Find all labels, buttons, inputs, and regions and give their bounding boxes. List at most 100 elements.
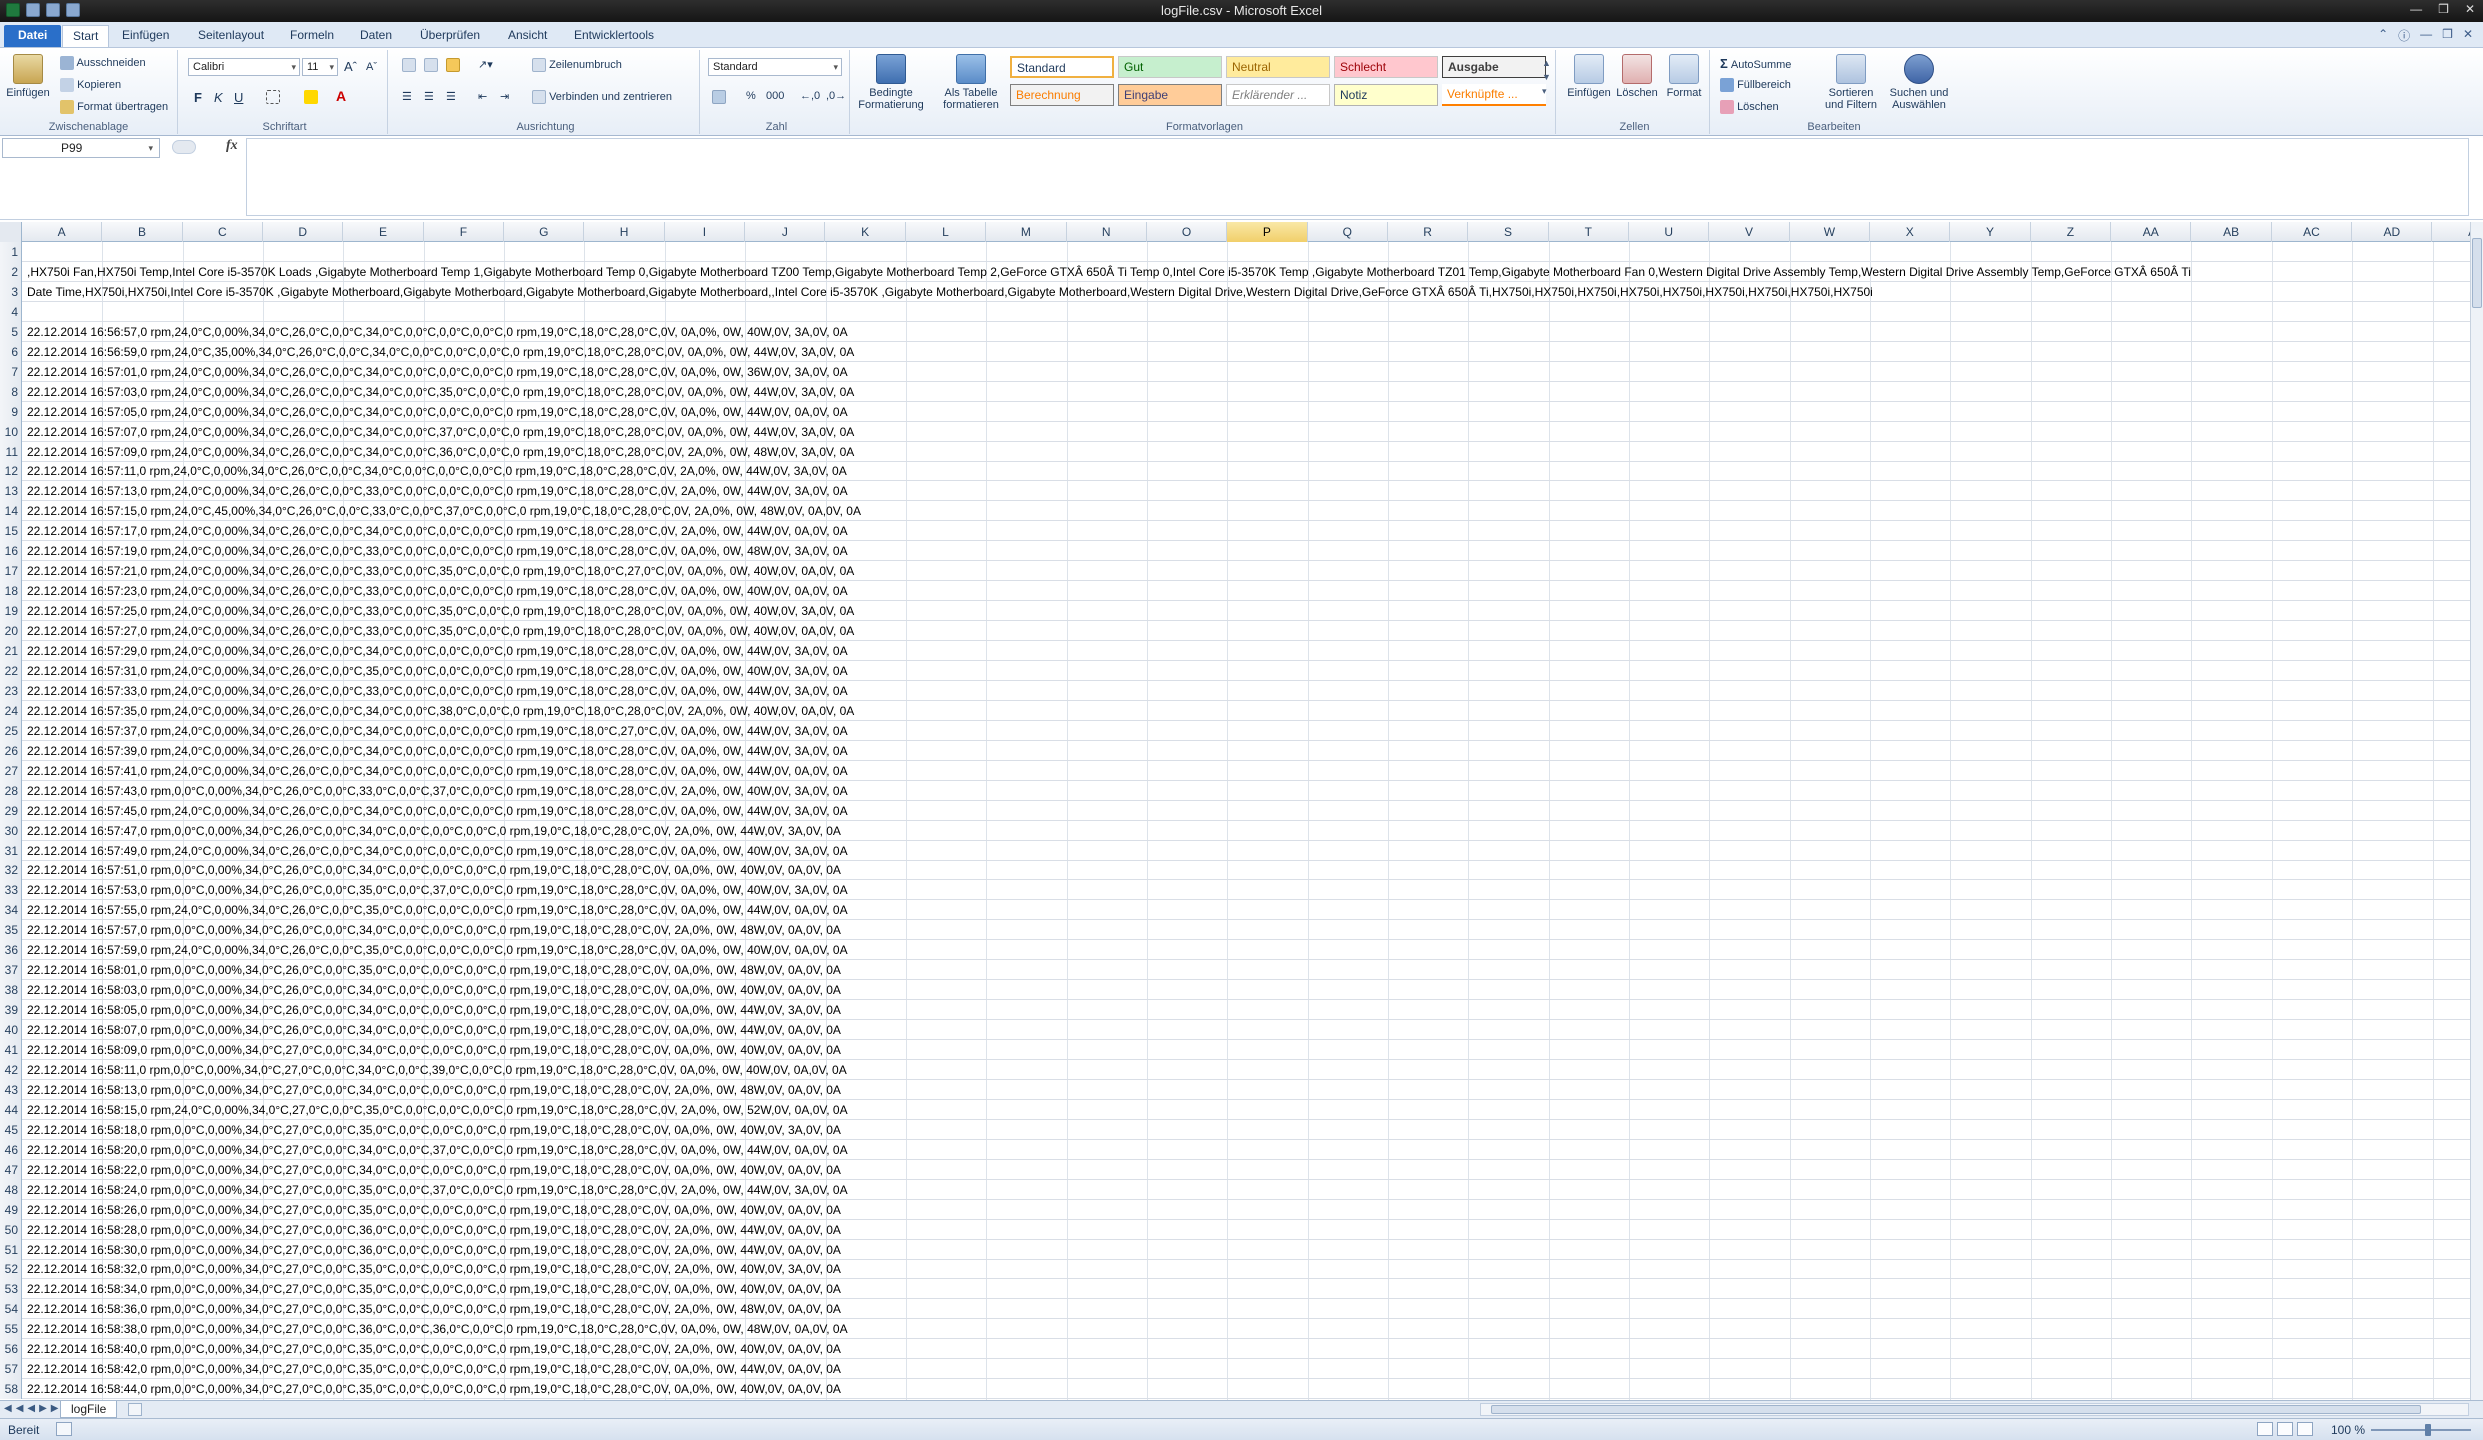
cell-a[interactable]: 22.12.2014 16:57:31,0 rpm,24,0°C,0,00%,3… [27,661,848,681]
row-header[interactable]: 13 [0,481,22,502]
row-header[interactable]: 58 [0,1379,22,1400]
row-header[interactable]: 47 [0,1159,22,1180]
cell-a[interactable]: 22.12.2014 16:58:36,0 rpm,0,0°C,0,00%,34… [27,1299,841,1319]
cell-a[interactable]: 22.12.2014 16:58:28,0 rpm,0,0°C,0,00%,34… [27,1220,841,1240]
row-header[interactable]: 49 [0,1199,22,1220]
zoom-slider[interactable] [2371,1429,2471,1431]
row-header[interactable]: 25 [0,720,22,741]
row-header[interactable]: 46 [0,1139,22,1160]
column-header-aa[interactable]: AA [2111,222,2192,242]
formula-bar-handle-icon[interactable] [172,140,196,154]
cell-a[interactable]: 22.12.2014 16:58:13,0 rpm,0,0°C,0,00%,34… [27,1080,841,1100]
cell-a[interactable]: 22.12.2014 16:57:59,0 rpm,24,0°C,0,00%,3… [27,940,848,960]
column-header-j[interactable]: J [745,222,826,242]
column-header-o[interactable]: O [1147,222,1228,242]
column-header-ac[interactable]: AC [2272,222,2353,242]
row-header[interactable]: 57 [0,1359,22,1380]
page-break-view-icon[interactable] [2297,1422,2313,1436]
cell-a[interactable]: 22.12.2014 16:58:40,0 rpm,0,0°C,0,00%,34… [27,1339,841,1359]
row-header[interactable]: 32 [0,860,22,881]
restore-icon[interactable]: ❒ [2438,2,2449,16]
sort-filter-button[interactable]: Sortieren und Filtern [1820,54,1882,111]
align-middle-icon[interactable] [424,58,438,72]
wrap-text-button[interactable]: Zeilenumbruch [532,58,622,72]
bold-button[interactable]: F [194,90,202,105]
select-all-corner[interactable] [0,222,22,242]
column-header-c[interactable]: C [183,222,264,242]
page-layout-view-icon[interactable] [2277,1422,2293,1436]
column-header-u[interactable]: U [1629,222,1710,242]
column-header-ab[interactable]: AB [2191,222,2272,242]
tab-ansicht[interactable]: Ansicht [498,25,557,47]
cell-a[interactable]: 22.12.2014 16:57:05,0 rpm,24,0°C,0,00%,3… [27,402,848,422]
row-header[interactable]: 39 [0,1000,22,1021]
row-header[interactable]: 24 [0,700,22,721]
row-header[interactable]: 7 [0,361,22,382]
cut-button[interactable]: Ausschneiden [60,56,146,70]
style-erklaerender[interactable]: Erklärender ... [1226,84,1330,106]
row-header[interactable]: 52 [0,1259,22,1280]
decrease-decimal-icon[interactable]: ,0→ [826,90,846,102]
row-header[interactable]: 2 [0,261,22,282]
row-header[interactable]: 37 [0,960,22,981]
column-header-m[interactable]: M [986,222,1067,242]
column-header-i[interactable]: I [665,222,746,242]
cell-a[interactable]: 22.12.2014 16:57:51,0 rpm,0,0°C,0,00%,34… [27,860,841,880]
row-header[interactable]: 6 [0,341,22,362]
styles-scroll-icon[interactable]: ▲ ▼ ▾ [1542,56,1551,98]
tab-datei[interactable]: Datei [4,25,62,47]
cell-a[interactable]: 22.12.2014 16:58:05,0 rpm,0,0°C,0,00%,34… [27,1000,841,1020]
row-header[interactable]: 26 [0,740,22,761]
vertical-scroll-thumb[interactable] [2472,238,2482,308]
italic-button[interactable]: K [214,90,223,105]
cell-a[interactable]: 22.12.2014 16:57:29,0 rpm,24,0°C,0,00%,3… [27,641,848,661]
cell-a[interactable]: 22.12.2014 16:57:19,0 rpm,24,0°C,0,00%,3… [27,541,848,561]
close-icon[interactable]: ✕ [2465,2,2475,16]
row-header[interactable]: 45 [0,1119,22,1140]
cell-a[interactable]: 22.12.2014 16:57:47,0 rpm,0,0°C,0,00%,34… [27,821,841,841]
indent-decrease-icon[interactable]: ⇤ [478,90,487,103]
cell-a[interactable]: 22.12.2014 16:56:59,0 rpm,24,0°C,35,00%,… [27,342,854,362]
column-header-z[interactable]: Z [2031,222,2112,242]
column-header-x[interactable]: X [1870,222,1951,242]
format-cells-button[interactable]: Format [1662,54,1706,99]
insert-cells-button[interactable]: Einfügen [1566,54,1612,99]
sheet-tab-logfile[interactable]: logFile [60,1401,118,1418]
row-header[interactable]: 34 [0,900,22,921]
cell-a[interactable]: 22.12.2014 16:57:15,0 rpm,24,0°C,45,00%,… [27,501,861,521]
macro-record-icon[interactable] [56,1422,72,1436]
font-color-icon[interactable]: A [336,88,346,104]
cell-a[interactable]: 22.12.2014 16:56:57,0 rpm,24,0°C,0,00%,3… [27,322,848,342]
underline-button[interactable]: U [234,90,243,105]
tab-entwicklertools[interactable]: Entwicklertools [564,25,664,47]
cell-a[interactable]: 22.12.2014 16:58:11,0 rpm,0,0°C,0,00%,34… [27,1060,847,1080]
zoom-level[interactable]: 100 % [2331,1423,2365,1437]
workbook-minimize-icon[interactable]: — [2420,27,2432,44]
row-header[interactable]: 17 [0,561,22,582]
row-header[interactable]: 5 [0,321,22,342]
cell-a[interactable]: 22.12.2014 16:58:09,0 rpm,0,0°C,0,00%,34… [27,1040,841,1060]
cell-a[interactable]: 22.12.2014 16:58:03,0 rpm,0,0°C,0,00%,34… [27,980,841,1000]
column-header-w[interactable]: W [1790,222,1871,242]
number-format-select[interactable]: Standard [708,58,842,76]
help-icon[interactable]: ⓘ [2398,27,2410,44]
horizontal-scroll-thumb[interactable] [1491,1405,2421,1414]
style-ausgabe[interactable]: Ausgabe [1442,56,1546,78]
formula-input[interactable] [246,138,2469,216]
row-header[interactable]: 51 [0,1239,22,1260]
column-header-t[interactable]: T [1549,222,1629,242]
row-header[interactable]: 22 [0,660,22,681]
minimize-icon[interactable]: — [2410,2,2422,16]
font-size-select[interactable]: 11 [302,58,338,76]
row-header[interactable]: 40 [0,1020,22,1041]
cell-a[interactable]: 22.12.2014 16:58:44,0 rpm,0,0°C,0,00%,34… [27,1379,841,1399]
cell-a[interactable]: 22.12.2014 16:57:07,0 rpm,24,0°C,0,00%,3… [27,422,854,442]
find-select-button[interactable]: Suchen und Auswählen [1886,54,1952,111]
row-header[interactable]: 9 [0,401,22,422]
row-header[interactable]: 16 [0,541,22,562]
column-header-y[interactable]: Y [1950,222,2031,242]
row-header[interactable]: 3 [0,281,22,302]
cell-a[interactable]: 22.12.2014 16:58:01,0 rpm,0,0°C,0,00%,34… [27,960,841,980]
column-header-r[interactable]: R [1388,222,1469,242]
style-schlecht[interactable]: Schlecht [1334,56,1438,78]
